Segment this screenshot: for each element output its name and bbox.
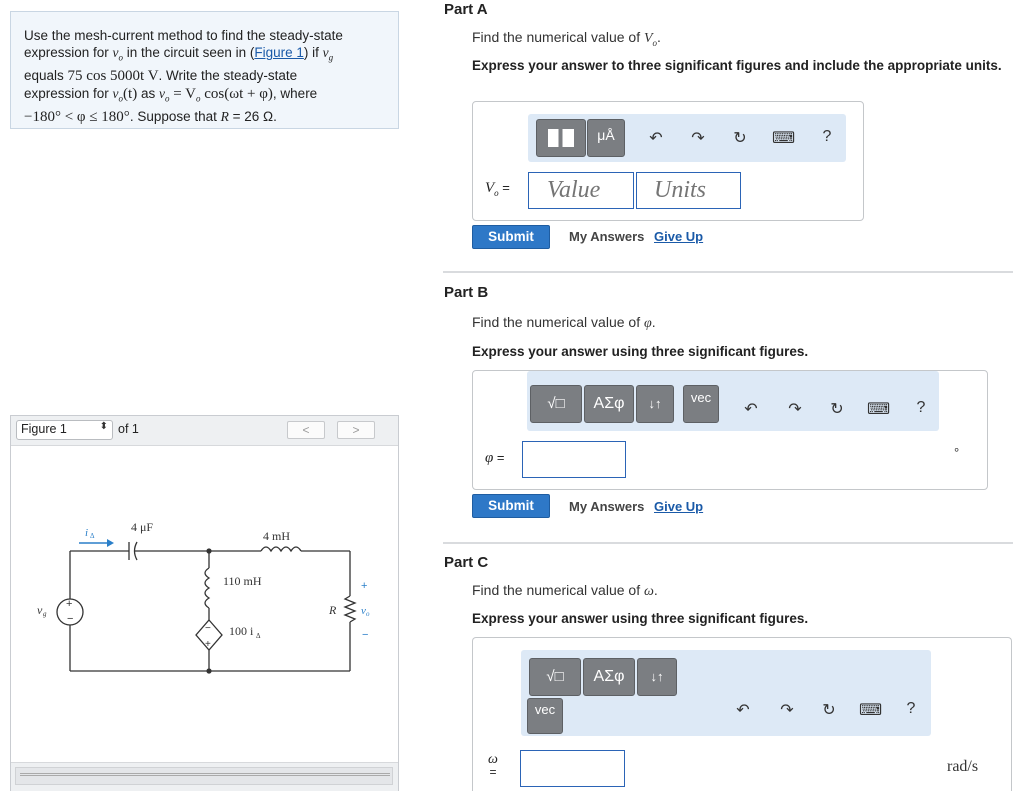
part-b-answer-box: √□ ΑΣφ ↓↑ vec ↶ ↷ ↻ ⌨ ? φ = ° xyxy=(472,370,988,490)
greek-tool-button[interactable]: ΑΣφ xyxy=(584,385,634,423)
mu-a-icon: μÅ xyxy=(597,127,615,143)
divider-a-b xyxy=(443,271,1013,273)
part-c-answer-box: √□ ΑΣφ ↓↑ vec ↶ ↷ ↻ ⌨ ? ω = rad/s xyxy=(472,637,1012,791)
part-a-submit-button[interactable]: Submit xyxy=(472,225,550,249)
capacitor-label: 4 μF xyxy=(131,520,153,534)
drag-handle-icon xyxy=(20,773,390,776)
source-plus: + xyxy=(66,598,72,610)
arrows-icon: ↓↑ xyxy=(650,669,664,684)
greek-tool-button[interactable]: ΑΣφ xyxy=(583,658,635,696)
figure-footer-bar[interactable] xyxy=(15,767,393,785)
sqrt-icon: √□ xyxy=(546,668,564,685)
sqrt-tool-button[interactable]: √□ xyxy=(529,658,581,696)
figure-link[interactable]: Figure 1 xyxy=(254,45,304,60)
help-icon[interactable]: ? xyxy=(901,700,921,718)
rad-per-sec-unit: rad/s xyxy=(947,758,979,775)
vec-icon: vec xyxy=(534,702,556,717)
redo-icon[interactable]: ↷ xyxy=(785,399,805,419)
part-c-question: Find the numerical value of ω. xyxy=(472,582,658,599)
reset-icon[interactable]: ↻ xyxy=(730,128,750,148)
figure-panel: Figure 1 ⬍ of 1 < > + − − + i Δ 4 μF 4 m… xyxy=(10,415,399,791)
part-a-instructions: Express your answer to three significant… xyxy=(472,58,1002,73)
omega-input-label: ω = xyxy=(488,752,498,779)
problem-line-1: Use the mesh-current method to find the … xyxy=(24,28,343,43)
problem-line-2: expression for vo in the circuit seen in… xyxy=(24,45,334,63)
phi-input-label: φ = xyxy=(485,450,505,466)
greek-icon: ΑΣφ xyxy=(593,395,625,412)
ia-label: i xyxy=(85,527,88,539)
sqrt-tool-button[interactable]: √□ xyxy=(530,385,582,423)
divider-b-c xyxy=(443,542,1013,544)
reset-icon[interactable]: ↻ xyxy=(819,700,839,720)
part-c-toolbar: √□ ΑΣφ ↓↑ vec ↶ ↷ ↻ ⌨ ? xyxy=(521,650,931,736)
dependent-source-sub: Δ xyxy=(256,632,261,640)
vo-plus: + xyxy=(361,580,367,592)
inductor-110mh-label: 110 mH xyxy=(223,574,262,588)
part-b-give-up-link[interactable]: Give Up xyxy=(654,499,703,514)
part-b-toolbar: √□ ΑΣφ ↓↑ vec ↶ ↷ ↻ ⌨ ? xyxy=(527,371,939,431)
vo-sub: o xyxy=(366,610,370,618)
problem-statement: Use the mesh-current method to find the … xyxy=(10,11,399,129)
part-a-question: Find the numerical value of Vo. xyxy=(472,29,661,48)
part-b-my-answers-link[interactable]: My Answers xyxy=(569,499,644,514)
resistor-label: R xyxy=(328,603,337,617)
problem-line-5: −180° < φ ≤ 180°. Suppose that R = 26 Ω. xyxy=(24,109,277,126)
undo-icon[interactable]: ↶ xyxy=(741,399,761,419)
part-b-submit-button[interactable]: Submit xyxy=(472,494,550,518)
phi-input[interactable] xyxy=(522,441,626,478)
subscript-tool-button[interactable]: ↓↑ xyxy=(636,385,674,423)
help-icon[interactable]: ? xyxy=(911,399,931,417)
dep-plus: + xyxy=(205,639,211,650)
part-c-instructions: Express your answer using three signific… xyxy=(472,611,809,626)
keyboard-icon[interactable]: ⌨ xyxy=(772,128,795,148)
redo-icon[interactable]: ↷ xyxy=(688,128,708,148)
inductor-4mh-label: 4 mH xyxy=(263,529,290,543)
part-a-title: Part A xyxy=(444,1,488,18)
problem-line-4: expression for vo(t) as vo = Vo cos(ωt +… xyxy=(24,86,318,104)
help-icon[interactable]: ? xyxy=(817,128,837,146)
value-input[interactable] xyxy=(528,172,634,209)
circuit-diagram: + − − + i Δ 4 μF 4 mH 110 mH 100 i Δ v g… xyxy=(37,520,370,674)
vo-input-label: Vo = xyxy=(485,180,510,198)
sqrt-icon: √□ xyxy=(547,395,565,412)
vec-icon: vec xyxy=(690,390,712,405)
figure-footer xyxy=(11,762,398,791)
dependent-source-label: 100 i xyxy=(229,624,254,638)
vo-minus: − xyxy=(362,629,368,641)
vg-sub: g xyxy=(43,610,47,618)
units-tool-button[interactable]: μÅ xyxy=(587,119,625,157)
part-a-my-answers-link[interactable]: My Answers xyxy=(569,229,644,244)
part-b-question: Find the numerical value of φ. xyxy=(472,314,656,331)
redo-icon[interactable]: ↷ xyxy=(777,700,797,720)
part-a-give-up-link[interactable]: Give Up xyxy=(654,229,703,244)
vec-tool-button[interactable]: vec xyxy=(683,385,719,423)
problem-line-3: equals 75 cos 5000t V. Write the steady-… xyxy=(24,68,298,85)
part-b-title: Part B xyxy=(444,284,489,301)
undo-icon[interactable]: ↶ xyxy=(733,700,753,720)
templates-tool-button[interactable] xyxy=(536,119,586,157)
omega-input[interactable] xyxy=(520,750,625,787)
reset-icon[interactable]: ↻ xyxy=(827,399,847,419)
part-b-instructions: Express your answer using three signific… xyxy=(472,344,809,359)
ia-sub: Δ xyxy=(90,532,95,540)
part-c-title: Part C xyxy=(444,554,489,571)
part-a-toolbar: μÅ ↶ ↷ ↻ ⌨ ? xyxy=(528,114,846,162)
keyboard-icon[interactable]: ⌨ xyxy=(859,700,882,720)
undo-icon[interactable]: ↶ xyxy=(646,128,666,148)
dep-minus: − xyxy=(205,623,211,634)
subscript-tool-button[interactable]: ↓↑ xyxy=(637,658,677,696)
template-icon xyxy=(548,129,574,147)
vec-tool-button[interactable]: vec xyxy=(527,698,563,734)
greek-icon: ΑΣφ xyxy=(593,668,625,685)
units-input[interactable] xyxy=(636,172,741,209)
keyboard-icon[interactable]: ⌨ xyxy=(867,399,890,419)
degree-unit: ° xyxy=(954,445,960,460)
arrows-icon: ↓↑ xyxy=(648,396,662,411)
source-minus: − xyxy=(67,613,73,625)
part-a-answer-box: μÅ ↶ ↷ ↻ ⌨ ? Vo = xyxy=(472,101,864,221)
